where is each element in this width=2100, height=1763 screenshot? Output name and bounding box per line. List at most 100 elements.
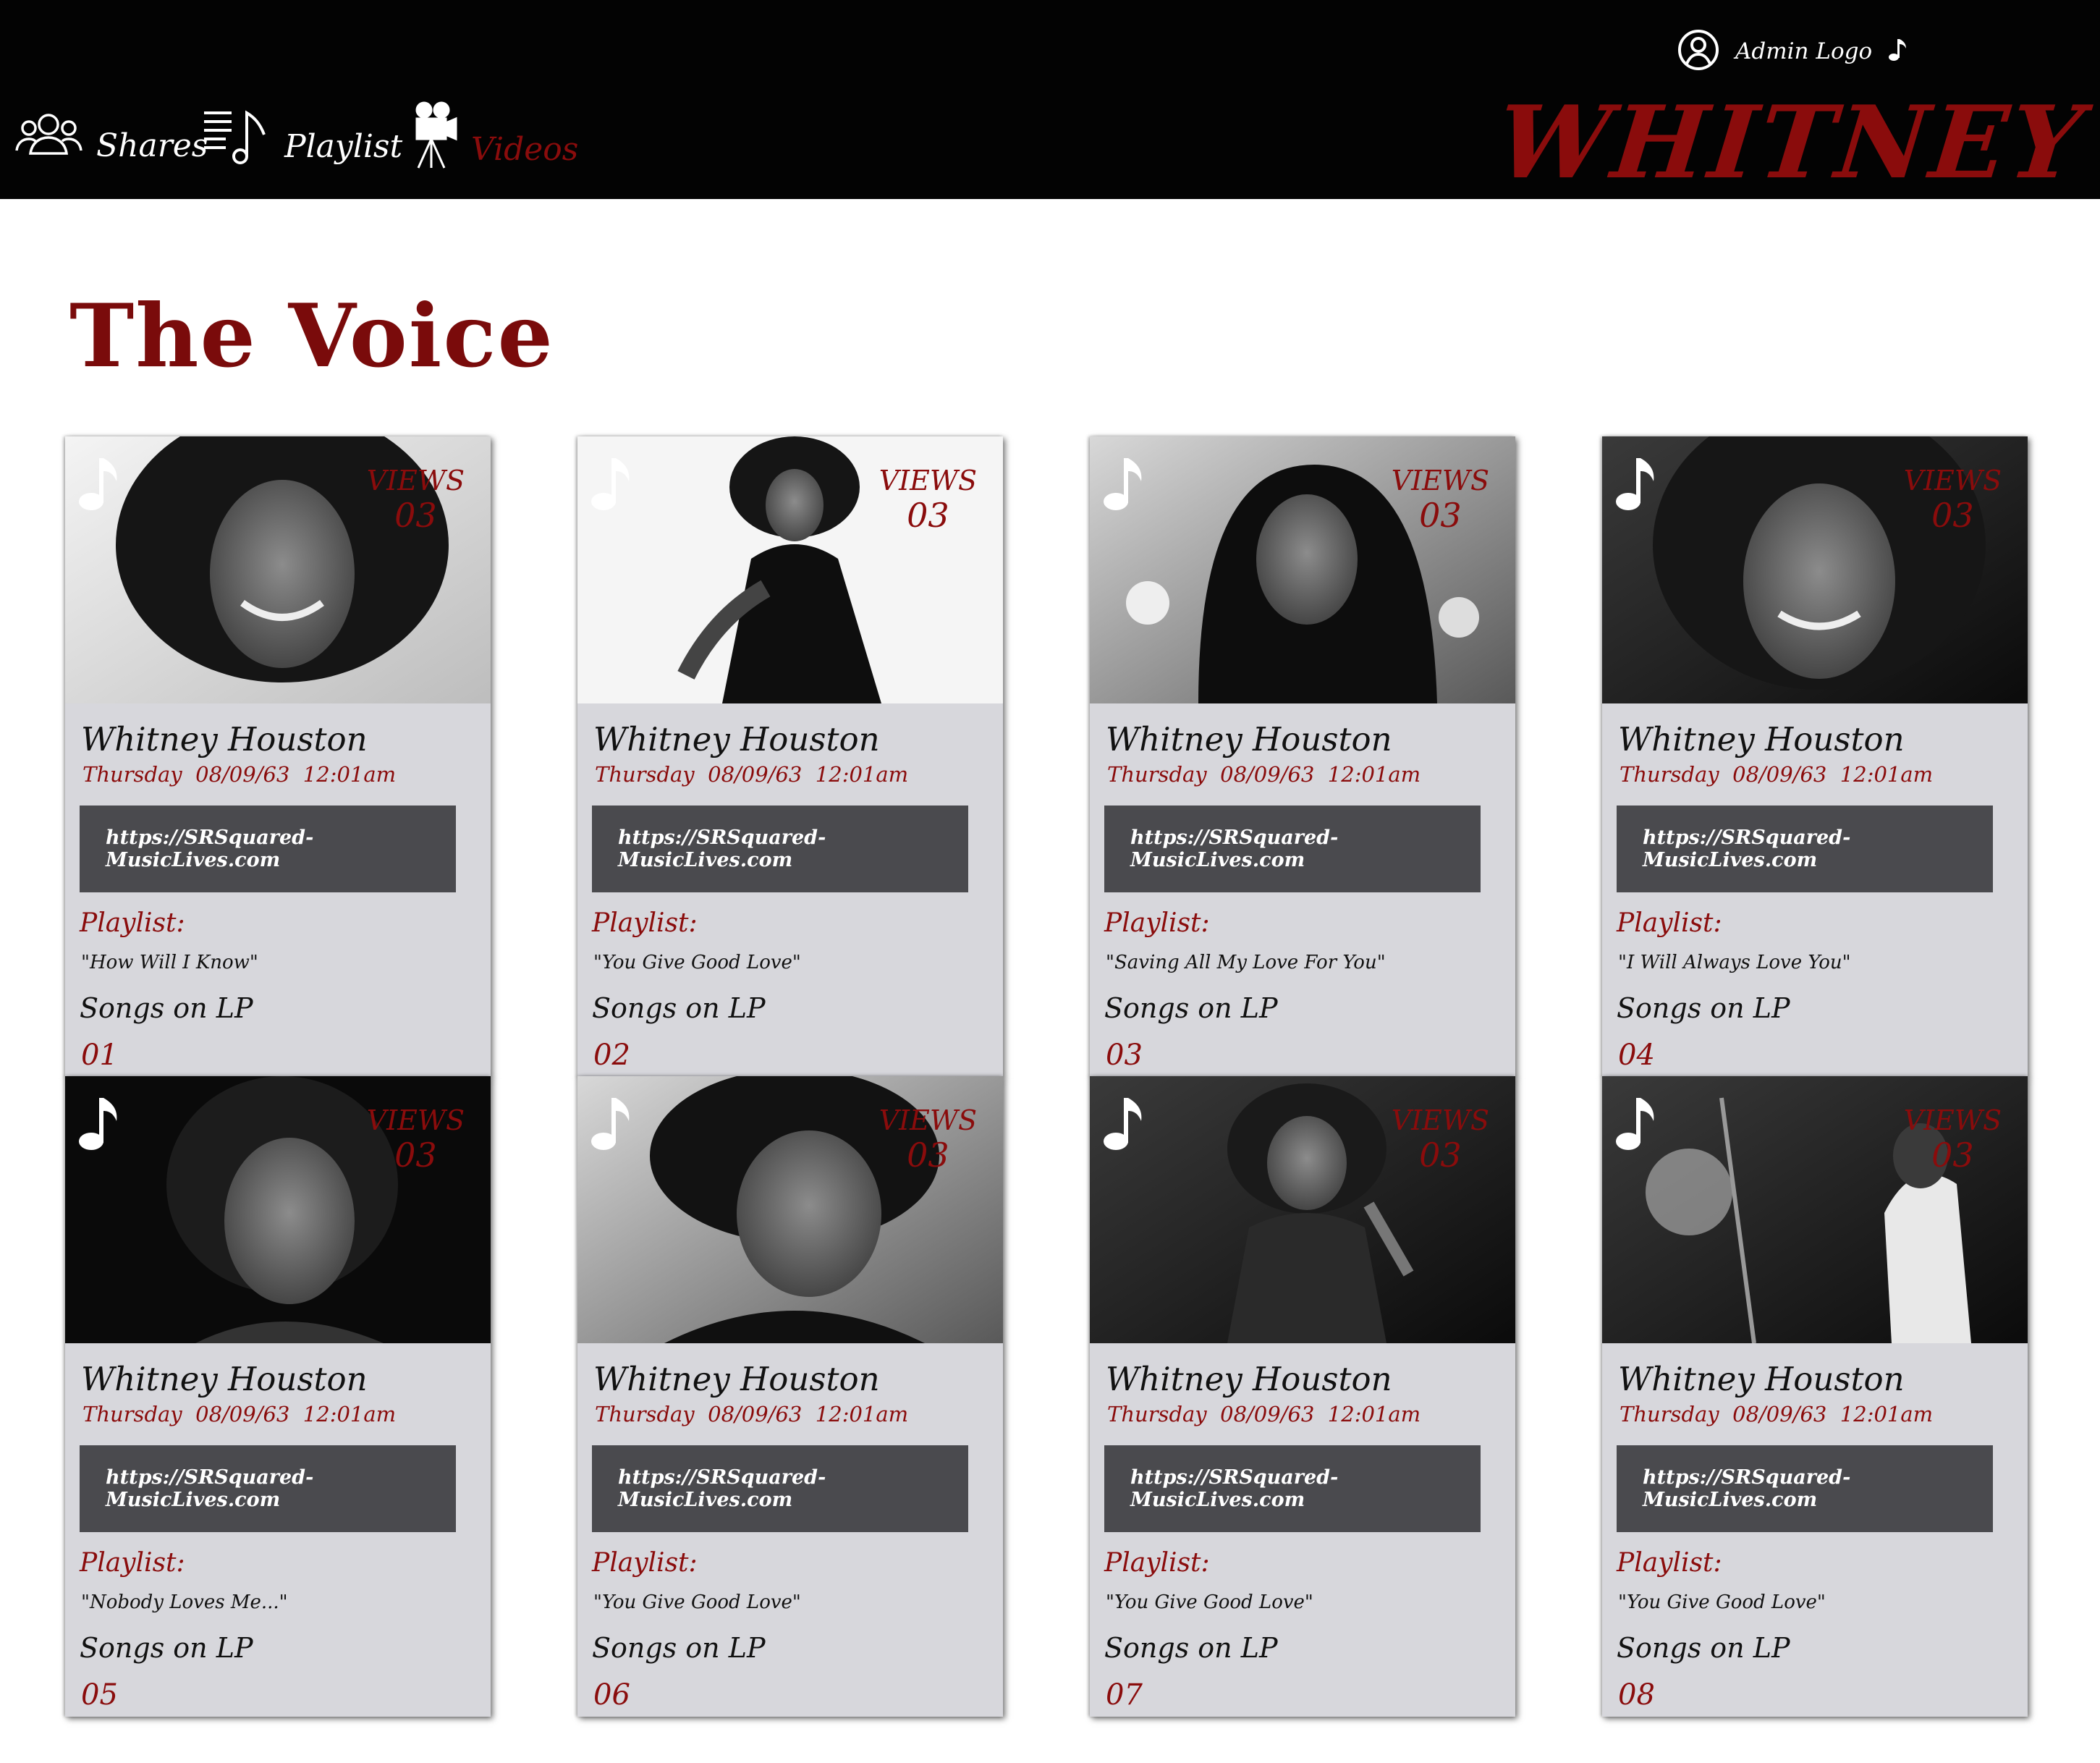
- share-url-link[interactable]: https://SRSquared-MusicLives.com: [1617, 1445, 1993, 1532]
- lp-number: 03: [1106, 1039, 1143, 1072]
- views-counter: VIEWS 03: [1392, 1107, 1489, 1172]
- playlist-label: Playlist:: [592, 908, 698, 938]
- nav-item-playlist[interactable]: Playlist: [203, 106, 402, 167]
- views-counter: VIEWS 03: [1904, 1107, 2002, 1172]
- views-count: 03: [394, 1136, 437, 1175]
- views-counter: VIEWS 03: [879, 1107, 977, 1172]
- users-group-icon: [14, 109, 83, 166]
- artist-name: Whitney Houston: [1106, 1360, 1392, 1398]
- playlist-song: "You Give Good Love": [593, 952, 801, 973]
- share-url-link[interactable]: https://SRSquared-MusicLives.com: [80, 1445, 456, 1532]
- songs-on-lp-label: Songs on LP: [1104, 1632, 1278, 1664]
- share-url-text: https://SRSquared-MusicLives.com: [1643, 1466, 1851, 1511]
- songs-on-lp-label: Songs on LP: [1617, 1632, 1790, 1664]
- views-count: 03: [907, 1136, 949, 1175]
- share-url-text: https://SRSquared-MusicLives.com: [618, 1466, 826, 1511]
- user-circle-icon: [1677, 29, 1719, 74]
- song-card[interactable]: VIEWS 03 Whitney Houston Thursday 08/09/6…: [577, 1076, 1003, 1717]
- share-url-text: https://SRSquared-MusicLives.com: [1130, 1466, 1339, 1511]
- artist-name: Whitney Houston: [593, 1360, 880, 1398]
- views-label: VIEWS: [366, 1104, 465, 1136]
- views-count: 03: [1931, 496, 1974, 535]
- song-card[interactable]: VIEWS 03 Whitney Houston Thursday 08/09/6…: [65, 1076, 491, 1717]
- lp-number: 02: [593, 1039, 630, 1072]
- views-label: VIEWS: [366, 465, 465, 496]
- lp-number: 06: [593, 1678, 630, 1712]
- music-note-icon[interactable]: [1101, 455, 1145, 516]
- artist-name: Whitney Houston: [593, 720, 880, 758]
- songs-on-lp-label: Songs on LP: [1104, 992, 1278, 1024]
- playlist-song: "Saving All My Love For You": [1106, 952, 1386, 973]
- views-label: VIEWS: [1903, 1104, 2002, 1136]
- music-note-icon[interactable]: [1614, 455, 1657, 516]
- views-label: VIEWS: [878, 1104, 977, 1136]
- share-url-link[interactable]: https://SRSquared-MusicLives.com: [80, 806, 456, 892]
- song-card[interactable]: VIEWS 03 Whitney Houston Thursday 08/09/6…: [1090, 436, 1515, 1077]
- playlist-song: "How Will I Know": [81, 952, 258, 973]
- playlist-song: "Nobody Loves Me...": [81, 1591, 288, 1613]
- views-count: 03: [1419, 496, 1462, 535]
- song-card[interactable]: VIEWS 03 Whitney Houston Thursday 08/09/6…: [1602, 436, 2028, 1077]
- music-note-icon: [1888, 38, 1907, 65]
- music-note-icon[interactable]: [589, 455, 632, 516]
- views-label: VIEWS: [1903, 465, 2002, 496]
- post-date: Thursday 08/09/63 12:01am: [82, 762, 397, 787]
- music-note-icon[interactable]: [589, 1095, 632, 1156]
- lp-number: 08: [1618, 1678, 1655, 1712]
- songs-on-lp-label: Songs on LP: [592, 992, 766, 1024]
- views-counter: VIEWS 03: [367, 467, 465, 532]
- playlist-label: Playlist:: [80, 908, 185, 938]
- nav-label-videos: Videos: [471, 131, 579, 168]
- post-date: Thursday 08/09/63 12:01am: [1107, 1402, 1421, 1426]
- brand-logo: WHITNEY: [1491, 83, 2100, 201]
- song-card[interactable]: VIEWS 03 Whitney Houston Thursday 08/09/6…: [65, 436, 491, 1077]
- post-date: Thursday 08/09/63 12:01am: [82, 1402, 397, 1426]
- views-count: 03: [394, 496, 437, 535]
- views-count: 03: [907, 496, 949, 535]
- top-navigation-bar: Shares Playlist Videos Admin Logo WHITNE…: [0, 0, 2100, 201]
- post-date: Thursday 08/09/63 12:01am: [1107, 762, 1421, 787]
- song-card[interactable]: VIEWS 03 Whitney Houston Thursday 08/09/6…: [1090, 1076, 1515, 1717]
- music-note-icon[interactable]: [1101, 1095, 1145, 1156]
- post-date: Thursday 08/09/63 12:01am: [1620, 762, 1934, 787]
- nav-item-videos[interactable]: Videos: [411, 101, 578, 170]
- views-counter: VIEWS 03: [879, 467, 977, 532]
- nav-label-playlist: Playlist: [284, 128, 403, 165]
- admin-logo-label: Admin Logo: [1735, 38, 1873, 64]
- artist-name: Whitney Houston: [1618, 1360, 1905, 1398]
- page-title: The Voice: [69, 285, 554, 387]
- share-url-link[interactable]: https://SRSquared-MusicLives.com: [592, 806, 968, 892]
- music-note-icon[interactable]: [1614, 1095, 1657, 1156]
- song-card[interactable]: VIEWS 03 Whitney Houston Thursday 08/09/6…: [1602, 1076, 2028, 1717]
- song-card[interactable]: VIEWS 03 Whitney Houston Thursday 08/09/6…: [577, 436, 1003, 1077]
- nav-item-shares[interactable]: Shares: [14, 109, 208, 166]
- playlist-song: "You Give Good Love": [593, 1591, 801, 1613]
- music-note-icon[interactable]: [77, 1095, 120, 1156]
- music-note-icon[interactable]: [77, 455, 120, 516]
- share-url-link[interactable]: https://SRSquared-MusicLives.com: [1617, 806, 1993, 892]
- playlist-label: Playlist:: [592, 1548, 698, 1578]
- artist-name: Whitney Houston: [81, 1360, 368, 1398]
- playlist-label: Playlist:: [80, 1548, 185, 1578]
- playlist-song: "I Will Always Love You": [1618, 952, 1851, 973]
- playlist-label: Playlist:: [1104, 1548, 1210, 1578]
- playlist-label: Playlist:: [1617, 908, 1722, 938]
- playlist-music-icon: [203, 106, 271, 167]
- songs-on-lp-label: Songs on LP: [80, 992, 253, 1024]
- film-camera-icon: [411, 101, 458, 170]
- admin-logo-link[interactable]: Admin Logo: [1677, 29, 1907, 74]
- lp-number: 01: [81, 1039, 118, 1072]
- views-counter: VIEWS 03: [367, 1107, 465, 1172]
- lp-number: 04: [1618, 1039, 1655, 1072]
- share-url-text: https://SRSquared-MusicLives.com: [106, 1466, 314, 1511]
- share-url-link[interactable]: https://SRSquared-MusicLives.com: [1104, 1445, 1481, 1532]
- share-url-text: https://SRSquared-MusicLives.com: [1643, 826, 1851, 871]
- artist-name: Whitney Houston: [1618, 720, 1905, 758]
- share-url-text: https://SRSquared-MusicLives.com: [1130, 826, 1339, 871]
- share-url-text: https://SRSquared-MusicLives.com: [106, 826, 314, 871]
- nav-label-shares: Shares: [96, 127, 208, 164]
- share-url-text: https://SRSquared-MusicLives.com: [618, 826, 826, 871]
- share-url-link[interactable]: https://SRSquared-MusicLives.com: [1104, 806, 1481, 892]
- views-counter: VIEWS 03: [1392, 467, 1489, 532]
- share-url-link[interactable]: https://SRSquared-MusicLives.com: [592, 1445, 968, 1532]
